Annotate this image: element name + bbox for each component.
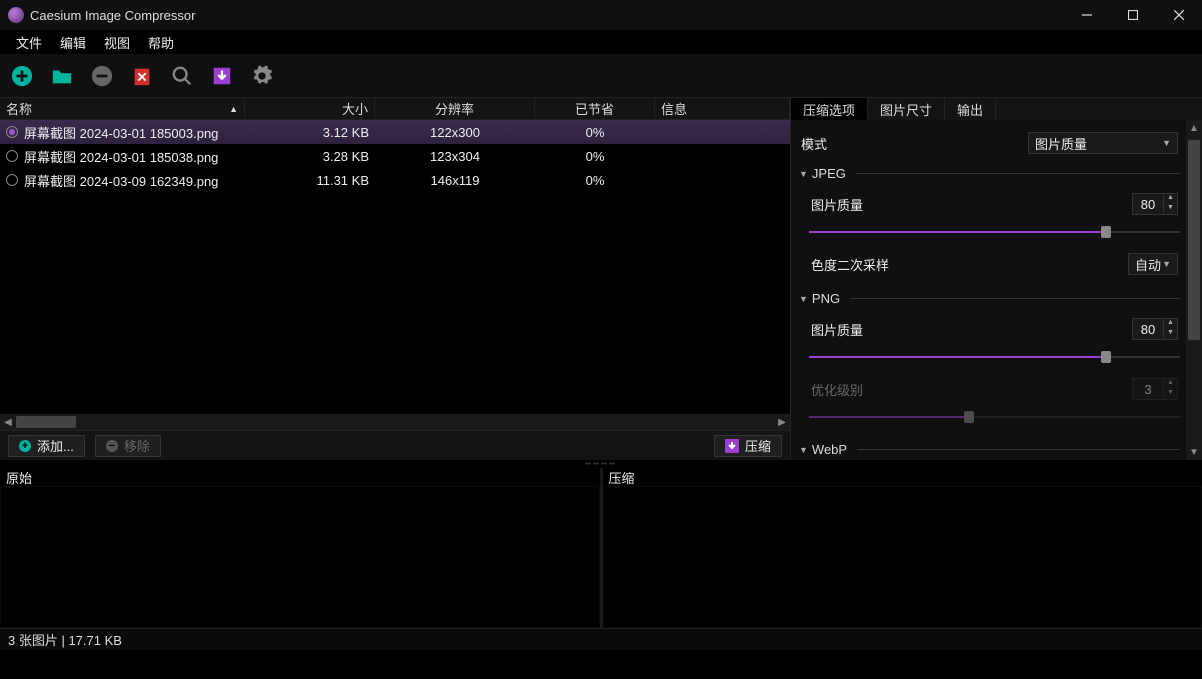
splitter[interactable]: ┅┅┅┅: [0, 460, 1202, 468]
opt-level-label: 优化级别: [811, 380, 1132, 399]
file-res: 146x119: [375, 171, 535, 190]
table-header: 名称▲ 大小 分辨率 已节省 信息: [0, 98, 790, 120]
jpeg-quality-label: 图片质量: [811, 195, 1132, 214]
scroll-left-icon[interactable]: ◀: [0, 414, 16, 430]
menu-view[interactable]: 视图: [96, 31, 138, 54]
caret-down-icon: ▼: [799, 445, 808, 455]
tab-compress[interactable]: 压缩选项: [791, 98, 868, 120]
opt-level-slider[interactable]: [809, 408, 1180, 426]
table-row[interactable]: 屏幕截图 2024-03-01 185003.png 3.12 KB122x300…: [0, 120, 790, 144]
opt-level-spin[interactable]: 3▲▼: [1132, 378, 1178, 400]
png-quality-label: 图片质量: [811, 320, 1132, 339]
row-radio[interactable]: [6, 174, 18, 186]
actionbar: +添加... −移除 压缩: [0, 430, 790, 460]
caret-down-icon: ▼: [799, 169, 808, 179]
caret-down-icon: ▼: [799, 294, 808, 304]
tabs: 压缩选项 图片尺寸 输出: [791, 98, 1202, 120]
tab-size[interactable]: 图片尺寸: [868, 98, 945, 120]
preview-comp: [603, 486, 1202, 628]
menu-edit[interactable]: 编辑: [52, 31, 94, 54]
section-webp[interactable]: ▼WebP: [799, 440, 1180, 459]
jpeg-quality-slider[interactable]: [809, 223, 1180, 241]
col-saved[interactable]: 已节省: [535, 98, 655, 119]
app-logo: [8, 7, 24, 23]
file-list-panel: 名称▲ 大小 分辨率 已节省 信息 屏幕截图 2024-03-01 185003…: [0, 98, 790, 460]
mode-select[interactable]: 图片质量▼: [1028, 132, 1178, 154]
menu-help[interactable]: 帮助: [140, 31, 182, 54]
titlebar: Caesium Image Compressor: [0, 0, 1202, 30]
options-panel: 压缩选项 图片尺寸 输出 模式 图片质量▼ ▼JPEG 图片质量 80▲▼: [790, 98, 1202, 460]
table-body: 屏幕截图 2024-03-01 185003.png 3.12 KB122x300…: [0, 120, 790, 414]
h-scrollbar[interactable]: ◀ ▶: [0, 414, 790, 430]
file-size: 3.28 KB: [245, 147, 375, 166]
settings-button[interactable]: [248, 62, 276, 90]
chevron-down-icon: ▼: [1162, 259, 1171, 269]
png-quality-spin[interactable]: 80▲▼: [1132, 318, 1178, 340]
statusbar: 3 张图片 | 17.71 KB: [0, 628, 1202, 650]
toolbar: [0, 54, 1202, 98]
clear-list-button[interactable]: [128, 62, 156, 90]
menubar: 文件 编辑 视图 帮助: [0, 30, 1202, 54]
maximize-button[interactable]: [1110, 0, 1156, 30]
section-jpeg[interactable]: ▼JPEG: [799, 164, 1180, 183]
jpeg-quality-spin[interactable]: 80▲▼: [1132, 193, 1178, 215]
row-radio[interactable]: [6, 150, 18, 162]
close-button[interactable]: [1156, 0, 1202, 30]
search-icon[interactable]: [168, 62, 196, 90]
scroll-down-icon[interactable]: ▼: [1186, 444, 1202, 460]
col-resolution[interactable]: 分辨率: [375, 98, 535, 119]
scroll-thumb[interactable]: [16, 416, 76, 428]
add-file-button[interactable]: [8, 62, 36, 90]
file-size: 11.31 KB: [245, 171, 375, 190]
open-folder-button[interactable]: [48, 62, 76, 90]
preview-orig: [0, 486, 600, 628]
add-button[interactable]: +添加...: [8, 435, 85, 457]
chevron-down-icon: ▼: [1162, 138, 1171, 148]
subsample-label: 色度二次采样: [811, 255, 1128, 274]
minimize-button[interactable]: [1064, 0, 1110, 30]
window-title: Caesium Image Compressor: [30, 8, 1064, 23]
file-size: 3.12 KB: [245, 123, 375, 142]
compress-button[interactable]: 压缩: [714, 435, 782, 457]
file-name: 屏幕截图 2024-03-09 162349.png: [24, 171, 218, 190]
col-info[interactable]: 信息: [655, 98, 790, 119]
png-quality-slider[interactable]: [809, 348, 1180, 366]
file-res: 123x304: [375, 147, 535, 166]
file-saved: 0%: [535, 147, 655, 166]
preview-area: 原始 压缩: [0, 468, 1202, 628]
file-name: 屏幕截图 2024-03-01 185003.png: [24, 123, 218, 142]
section-png[interactable]: ▼PNG: [799, 289, 1180, 308]
table-row[interactable]: 屏幕截图 2024-03-09 162349.png 11.31 KB146x11…: [0, 168, 790, 192]
file-saved: 0%: [535, 171, 655, 190]
subsample-select[interactable]: 自动▼: [1128, 253, 1178, 275]
scroll-right-icon[interactable]: ▶: [774, 414, 790, 430]
v-scrollbar[interactable]: ▲ ▼: [1186, 120, 1202, 460]
col-name[interactable]: 名称▲: [0, 98, 245, 119]
file-res: 122x300: [375, 123, 535, 142]
preview-orig-label: 原始: [0, 468, 600, 486]
remove-file-button[interactable]: [88, 62, 116, 90]
scroll-up-icon[interactable]: ▲: [1186, 120, 1202, 136]
compress-toolbar-button[interactable]: [208, 62, 236, 90]
row-radio[interactable]: [6, 126, 18, 138]
preview-comp-label: 压缩: [603, 468, 1202, 486]
tab-output[interactable]: 输出: [945, 98, 996, 120]
mode-label: 模式: [801, 134, 1028, 153]
file-name: 屏幕截图 2024-03-01 185038.png: [24, 147, 218, 166]
table-row[interactable]: 屏幕截图 2024-03-01 185038.png 3.28 KB123x304…: [0, 144, 790, 168]
menu-file[interactable]: 文件: [8, 31, 50, 54]
file-saved: 0%: [535, 123, 655, 142]
col-size[interactable]: 大小: [245, 98, 375, 119]
scroll-thumb[interactable]: [1188, 140, 1200, 340]
remove-button[interactable]: −移除: [95, 435, 161, 457]
